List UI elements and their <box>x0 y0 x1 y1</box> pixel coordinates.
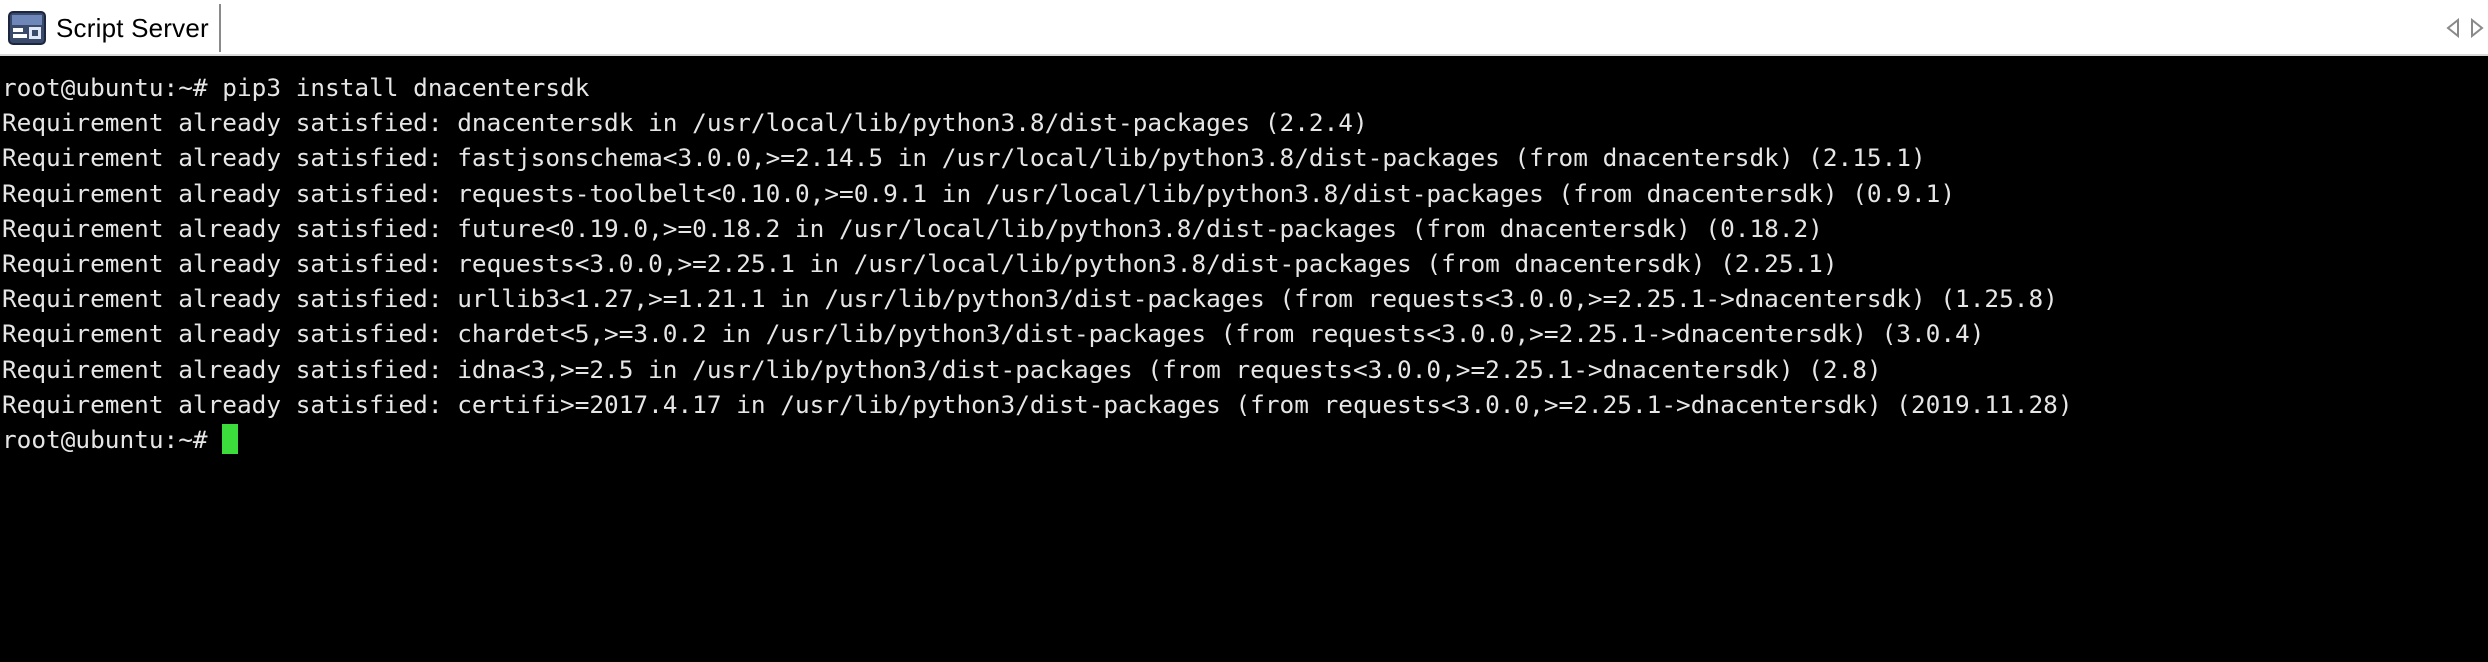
tab-script-server[interactable]: Script Server <box>4 4 221 52</box>
tab-scroll-left-button[interactable] <box>2442 16 2464 40</box>
terminal-line: Requirement already satisfied: idna<3,>=… <box>2 354 1882 384</box>
terminal-output[interactable]: root@ubuntu:~# pip3 install dnacentersdk… <box>0 62 2488 662</box>
terminal-prompt: root@ubuntu:~# <box>2 424 223 454</box>
terminal-line: Requirement already satisfied: requests-… <box>2 178 1956 208</box>
tab-scroll-right-button[interactable] <box>2466 16 2488 40</box>
terminal-app-icon <box>8 11 46 45</box>
tab-title: Script Server <box>56 12 209 43</box>
terminal-line: Requirement already satisfied: urllib3<1… <box>2 284 2058 314</box>
chevron-right-icon <box>2471 18 2484 38</box>
terminal-line: Requirement already satisfied: fastjsons… <box>2 143 1926 173</box>
terminal-line: Requirement already satisfied: certifi>=… <box>2 389 2073 419</box>
tab-bar: Script Server <box>0 0 2488 56</box>
terminal-line: Requirement already satisfied: chardet<5… <box>2 319 1985 349</box>
terminal-line: Requirement already satisfied: future<0.… <box>2 213 1823 243</box>
terminal-line: Requirement already satisfied: dnacenter… <box>2 108 1368 138</box>
terminal-lines: root@ubuntu:~# pip3 install dnacentersdk… <box>0 62 2488 457</box>
script-server-window: Script Server root@ubuntu:~# pip3 instal… <box>0 0 2488 662</box>
terminal-line: Requirement already satisfied: requests<… <box>2 248 1838 278</box>
chevron-left-icon <box>2446 18 2459 38</box>
terminal-cursor <box>222 423 239 454</box>
terminal-line: root@ubuntu:~# pip3 install dnacentersdk <box>2 73 590 102</box>
terminal-prompt-line[interactable]: root@ubuntu:~# <box>2 422 2488 457</box>
